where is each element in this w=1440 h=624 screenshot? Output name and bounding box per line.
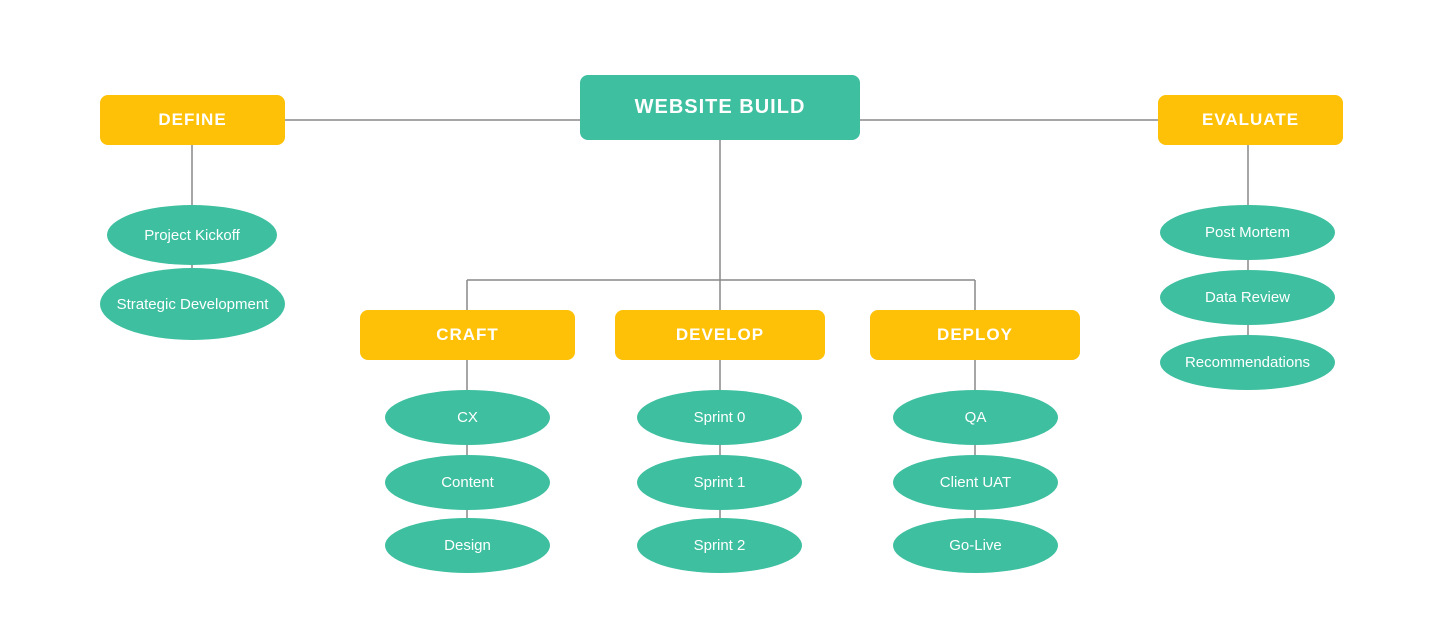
post-mortem-oval: Post Mortem (1160, 205, 1335, 260)
define-box: DEFINE (100, 95, 285, 145)
craft-box: CRAFT (360, 310, 575, 360)
develop-box: DEVELOP (615, 310, 825, 360)
cx-oval: CX (385, 390, 550, 445)
strategic-development-oval: Strategic Development (100, 268, 285, 340)
website-build-box: WEBSITE BUILD (580, 75, 860, 140)
evaluate-box: EVALUATE (1158, 95, 1343, 145)
content-oval: Content (385, 455, 550, 510)
recommendations-oval: Recommendations (1160, 335, 1335, 390)
go-live-oval: Go-Live (893, 518, 1058, 573)
data-review-oval: Data Review (1160, 270, 1335, 325)
diagram: WEBSITE BUILD DEFINE EVALUATE CRAFT DEVE… (0, 0, 1440, 624)
qa-oval: QA (893, 390, 1058, 445)
client-uat-oval: Client UAT (893, 455, 1058, 510)
sprint2-oval: Sprint 2 (637, 518, 802, 573)
project-kickoff-oval: Project Kickoff (107, 205, 277, 265)
design-oval: Design (385, 518, 550, 573)
deploy-box: DEPLOY (870, 310, 1080, 360)
sprint0-oval: Sprint 0 (637, 390, 802, 445)
sprint1-oval: Sprint 1 (637, 455, 802, 510)
